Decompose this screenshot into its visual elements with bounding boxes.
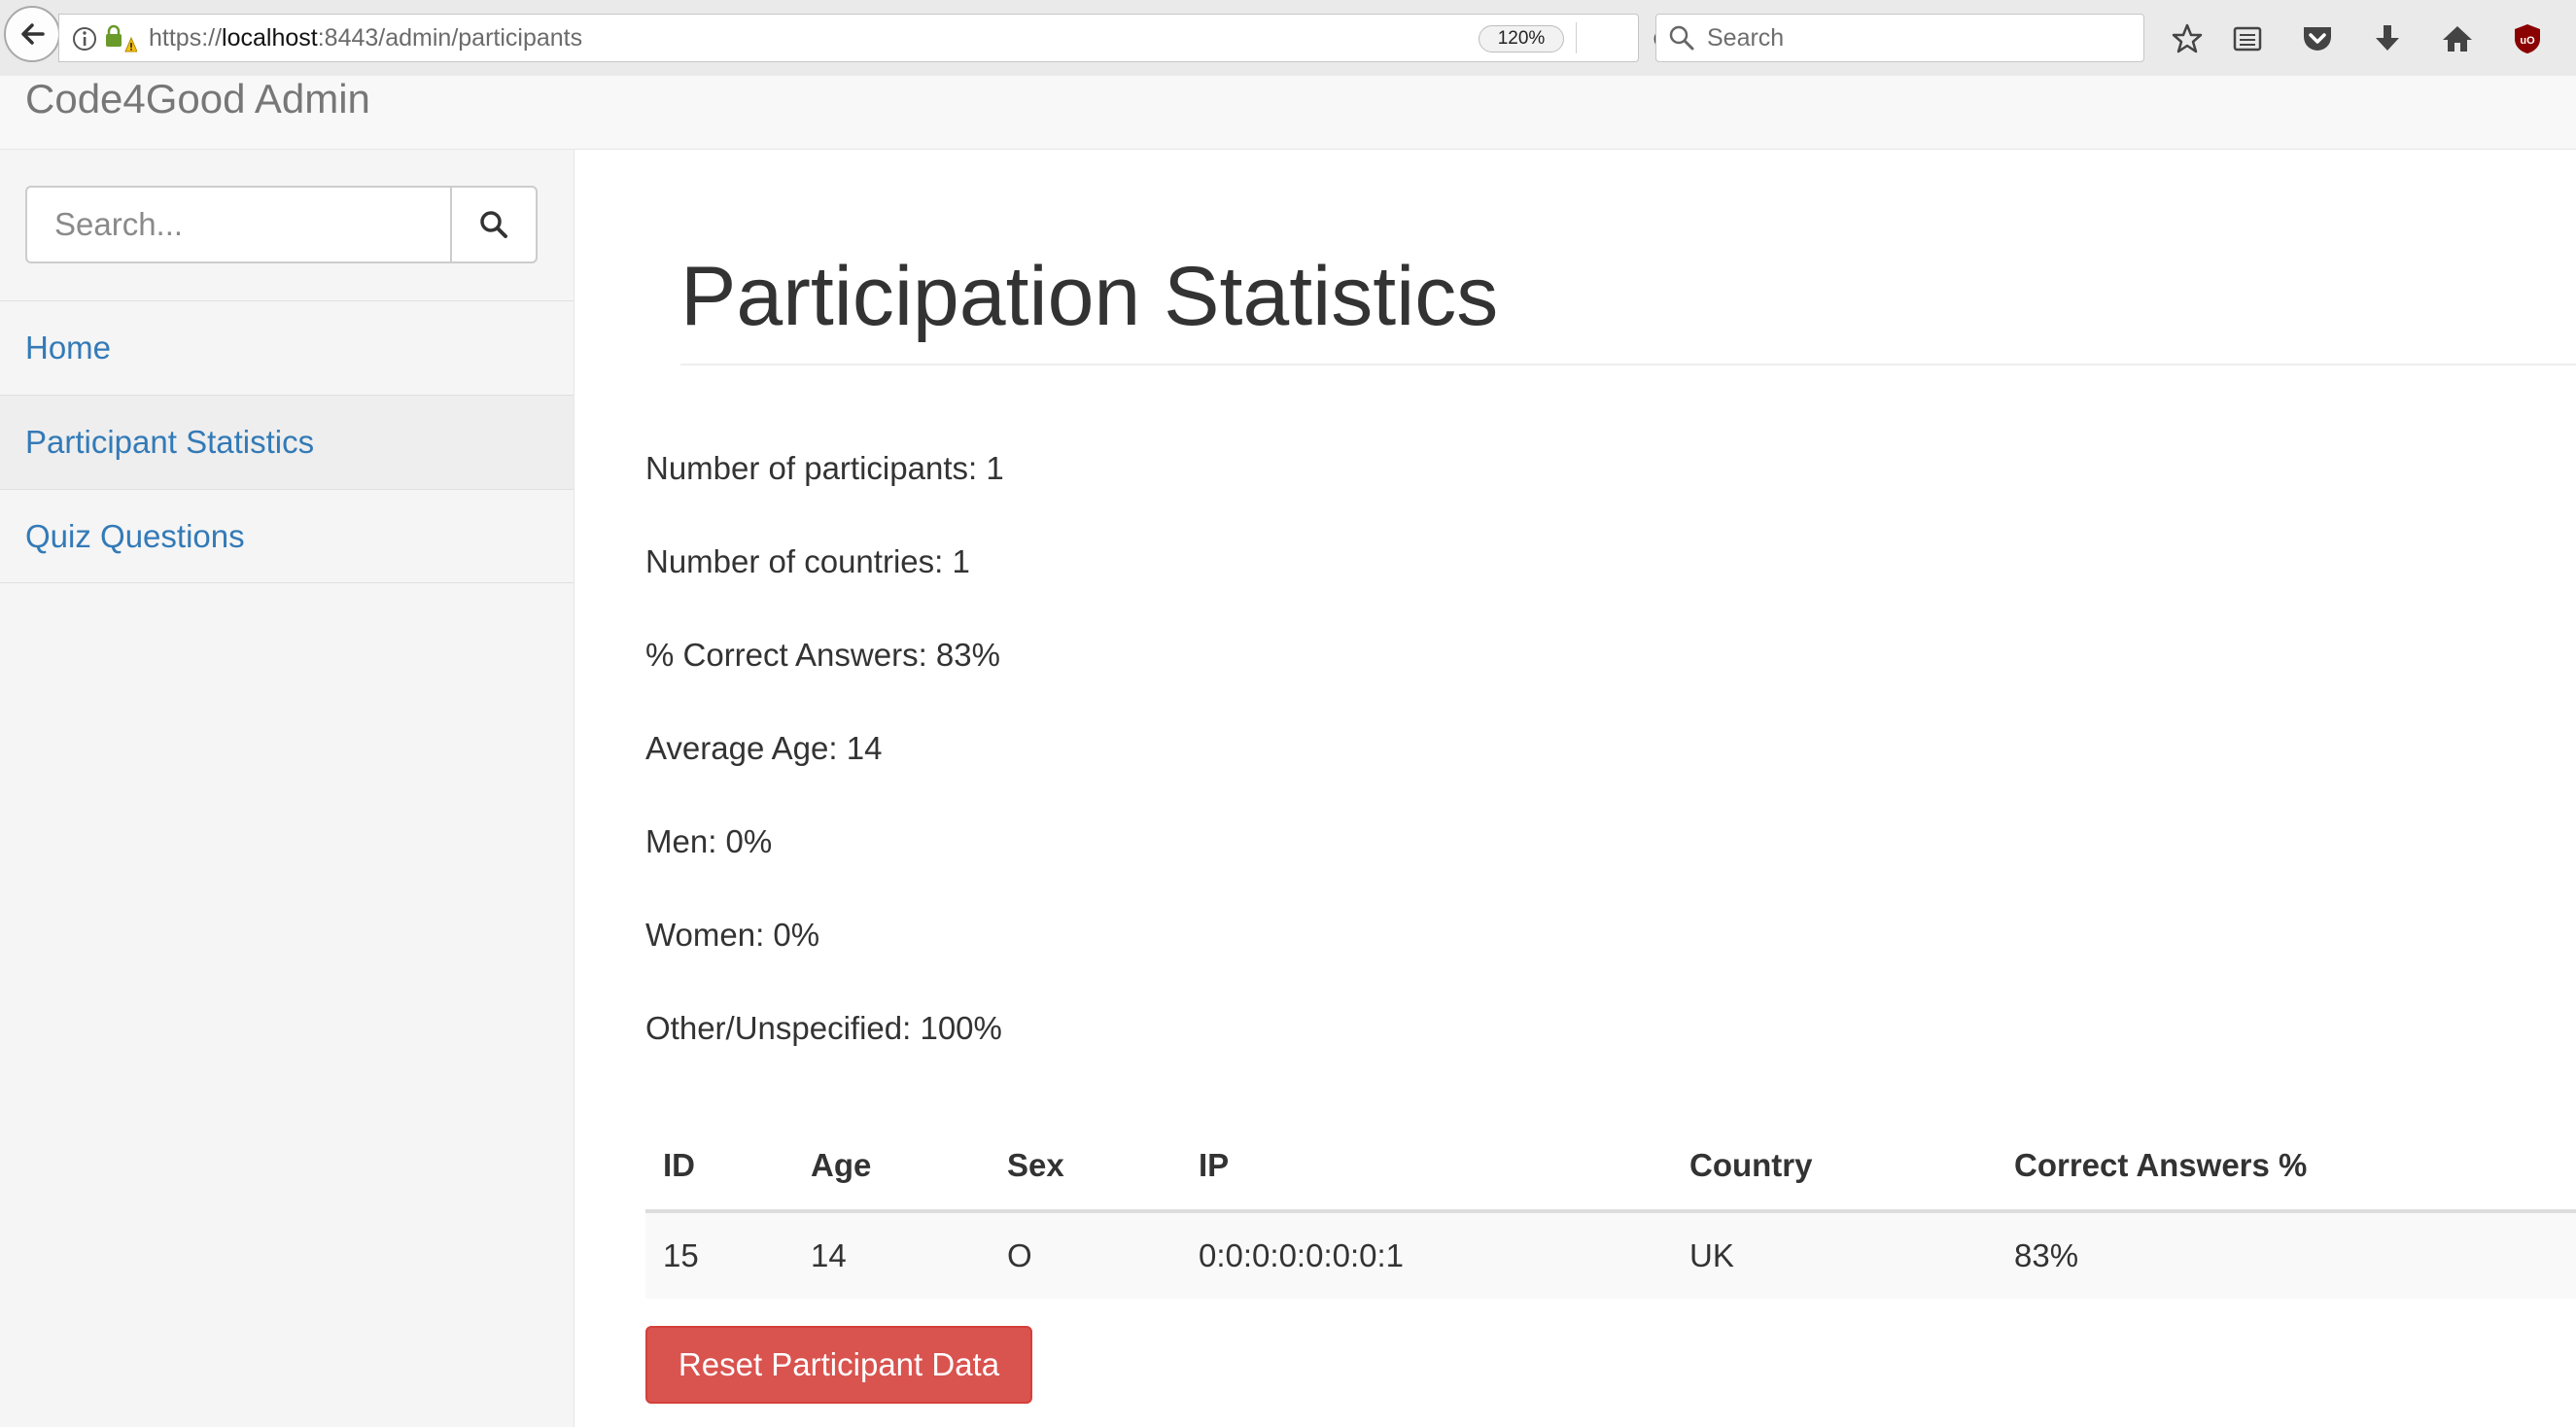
- svg-text:uO: uO: [2520, 35, 2535, 47]
- top-navbar: Code4Good Admin: [0, 76, 2576, 150]
- main-content: Participation Statistics Number of parti…: [574, 150, 2576, 1427]
- info-icon[interactable]: [71, 25, 98, 52]
- page-title: Participation Statistics: [680, 250, 1499, 343]
- sidebar-nav: Home Participant Statistics Quiz Questio…: [0, 300, 574, 583]
- sidebar-search-input[interactable]: [25, 186, 450, 263]
- pocket-icon[interactable]: [2298, 19, 2337, 58]
- search-icon: [480, 211, 507, 238]
- zoom-level-badge[interactable]: 120%: [1479, 25, 1564, 52]
- column-header-country: Country: [1672, 1122, 1997, 1213]
- reading-list-icon[interactable]: [2228, 19, 2267, 58]
- cell-id: 15: [645, 1211, 793, 1299]
- sidebar-search: [25, 186, 538, 263]
- column-header-ip: IP: [1181, 1122, 1672, 1213]
- stat-women: Women: 0%: [645, 917, 820, 953]
- sidebar-search-button[interactable]: [450, 186, 538, 263]
- stat-average-age: Average Age: 14: [645, 730, 883, 766]
- arrow-left-icon: [21, 23, 45, 45]
- browser-search-bar[interactable]: Search: [1655, 14, 2144, 62]
- cell-ip: 0:0:0:0:0:0:0:1: [1181, 1211, 1672, 1299]
- column-header-correct-answers: Correct Answers %: [1997, 1122, 2576, 1213]
- statistics-list: Number of participants: 1 Number of coun…: [645, 449, 1004, 1102]
- url-scheme: https://: [149, 24, 223, 52]
- participants-table: ID Age Sex IP Country Correct Answers % …: [645, 1122, 2576, 1299]
- home-icon[interactable]: [2438, 19, 2477, 58]
- column-header-age: Age: [793, 1122, 990, 1213]
- sidebar-item-participant-statistics[interactable]: Participant Statistics: [0, 395, 574, 489]
- stat-men: Men: 0%: [645, 823, 773, 859]
- stat-participants: Number of participants: 1: [645, 450, 1004, 486]
- sidebar-item-home[interactable]: Home: [0, 300, 574, 395]
- search-icon: [1669, 25, 1694, 51]
- address-bar[interactable]: https://localhost:8443/admin/participant…: [58, 14, 1677, 62]
- stat-correct-answers: % Correct Answers: 83%: [645, 637, 1000, 673]
- table-row: 15 14 O 0:0:0:0:0:0:0:1 UK 83%: [645, 1211, 2576, 1299]
- sidebar: Home Participant Statistics Quiz Questio…: [0, 150, 574, 1427]
- column-header-id: ID: [645, 1122, 793, 1213]
- cell-country: UK: [1672, 1211, 1997, 1299]
- stat-countries: Number of countries: 1: [645, 543, 970, 579]
- divider: [1576, 22, 1577, 53]
- url-path: :8443/admin/participants: [317, 24, 583, 52]
- download-icon[interactable]: [2368, 19, 2407, 58]
- reset-participant-data-button[interactable]: Reset Participant Data: [645, 1326, 1032, 1404]
- url-text[interactable]: https://localhost:8443/admin/participant…: [149, 15, 582, 61]
- column-header-sex: Sex: [990, 1122, 1181, 1213]
- insecure-lock-warning-icon[interactable]: [104, 24, 137, 53]
- bookmark-star-icon[interactable]: [2168, 19, 2207, 58]
- ublock-shield-icon[interactable]: uO: [2508, 19, 2547, 58]
- stat-other: Other/Unspecified: 100%: [645, 1010, 1002, 1046]
- page-header: Participation Statistics: [680, 243, 2576, 365]
- table-header-row: ID Age Sex IP Country Correct Answers %: [645, 1122, 2576, 1213]
- sidebar-item-quiz-questions[interactable]: Quiz Questions: [0, 489, 574, 583]
- cell-correct-answers: 83%: [1997, 1211, 2576, 1299]
- cell-sex: O: [990, 1211, 1181, 1299]
- back-button[interactable]: [4, 6, 60, 62]
- brand-title[interactable]: Code4Good Admin: [25, 70, 370, 128]
- browser-search-placeholder: Search: [1707, 24, 1785, 52]
- url-host: localhost: [222, 24, 318, 52]
- cell-age: 14: [793, 1211, 990, 1299]
- browser-toolbar: https://localhost:8443/admin/participant…: [0, 0, 2576, 77]
